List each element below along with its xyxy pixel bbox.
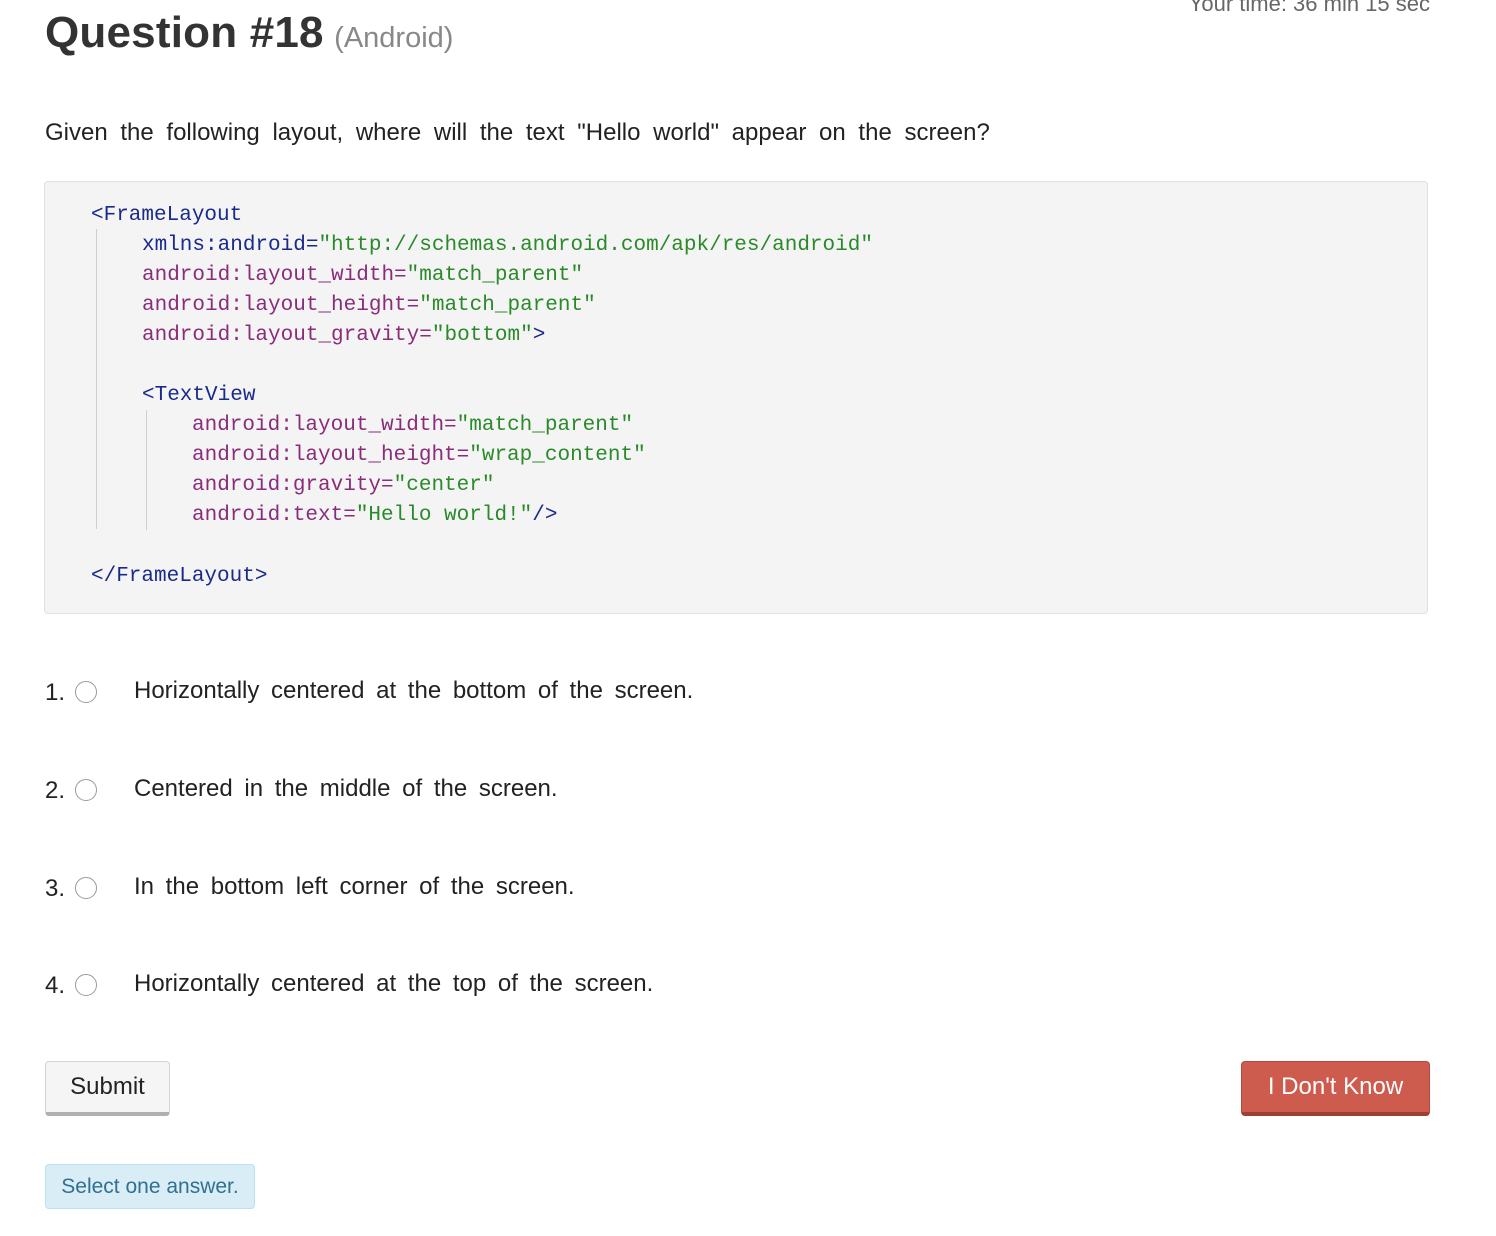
answer-option-2[interactable]: 2. Centered in the middle of the screen. bbox=[45, 775, 945, 809]
code-line: android:layout_width="match_parent" bbox=[192, 411, 633, 441]
code-value: "match_parent" bbox=[406, 264, 584, 287]
code-line: <FrameLayout bbox=[91, 201, 242, 231]
indent-guide bbox=[146, 410, 147, 530]
code-tag: </FrameLayout> bbox=[91, 565, 268, 588]
code-attr: android:layout_width= bbox=[142, 264, 407, 287]
code-value: "center" bbox=[393, 474, 495, 497]
question-header: Question #18 (Android) bbox=[45, 8, 453, 58]
code-value: "match_parent" bbox=[456, 414, 634, 437]
code-attr: xmlns:android= bbox=[142, 234, 319, 257]
option-label[interactable]: In the bottom left corner of the screen. bbox=[134, 873, 575, 901]
indent-guide bbox=[96, 229, 97, 529]
code-line: android:layout_height="wrap_content" bbox=[192, 441, 646, 471]
code-value: "wrap_content" bbox=[469, 444, 646, 467]
timer-text: Your time: 36 min 15 sec bbox=[1188, 0, 1430, 16]
option-label[interactable]: Horizontally centered at the top of the … bbox=[134, 970, 653, 998]
code-tag: <FrameLayout bbox=[91, 204, 243, 227]
code-attr: android:layout_height= bbox=[142, 294, 420, 317]
question-subject: (Android) bbox=[334, 22, 454, 54]
option-number: 4. bbox=[45, 972, 66, 999]
option-label[interactable]: Horizontally centered at the bottom of t… bbox=[134, 677, 693, 705]
option-number: 3. bbox=[45, 875, 66, 902]
code-line: android:gravity="center" bbox=[192, 471, 494, 501]
code-tag: /> bbox=[532, 504, 558, 527]
code-attr: android:text= bbox=[192, 504, 356, 527]
code-attr: android:layout_width= bbox=[192, 414, 457, 437]
code-block: <FrameLayout xmlns:android="http://schem… bbox=[44, 181, 1428, 614]
hint-alert: Select one answer. bbox=[45, 1164, 255, 1209]
code-line: android:layout_width="match_parent" bbox=[142, 261, 583, 291]
option-number: 2. bbox=[45, 777, 66, 804]
code-value: "Hello world!" bbox=[355, 504, 533, 527]
code-line: android:layout_height="match_parent" bbox=[142, 291, 596, 321]
code-line: android:layout_gravity="bottom"> bbox=[142, 321, 545, 351]
answer-option-1[interactable]: 1. Horizontally centered at the bottom o… bbox=[45, 677, 945, 711]
code-line: xmlns:android="http://schemas.android.co… bbox=[142, 231, 873, 261]
code-attr: android:gravity= bbox=[192, 474, 394, 497]
answer-option-4[interactable]: 4. Horizontally centered at the top of t… bbox=[45, 970, 945, 1004]
question-title: Question #18 bbox=[45, 8, 324, 57]
question-prompt: Given the following layout, where will t… bbox=[45, 119, 990, 146]
code-tag: > bbox=[532, 324, 546, 347]
code-value: "bottom" bbox=[431, 324, 533, 347]
option-label[interactable]: Centered in the middle of the screen. bbox=[134, 775, 558, 803]
code-attr: android:layout_height= bbox=[192, 444, 470, 467]
code-line: android:text="Hello world!"/> bbox=[192, 501, 557, 531]
code-tag: <TextView bbox=[142, 384, 256, 407]
code-line: <TextView bbox=[142, 381, 255, 411]
radio-button[interactable] bbox=[75, 877, 97, 899]
radio-button[interactable] bbox=[75, 681, 97, 703]
dont-know-button[interactable]: I Don't Know bbox=[1241, 1061, 1430, 1116]
submit-button[interactable]: Submit bbox=[45, 1061, 170, 1116]
code-value: "match_parent" bbox=[419, 294, 596, 317]
code-value: "http://schemas.android.com/apk/res/andr… bbox=[318, 234, 873, 257]
code-attr: android:layout_gravity= bbox=[142, 324, 432, 347]
radio-button[interactable] bbox=[75, 974, 97, 996]
quiz-page: Your time: 36 min 15 sec Question #18 (A… bbox=[0, 0, 1496, 1236]
answer-option-3[interactable]: 3. In the bottom left corner of the scre… bbox=[45, 873, 945, 907]
code-line: </FrameLayout> bbox=[91, 562, 267, 592]
radio-button[interactable] bbox=[75, 779, 97, 801]
option-number: 1. bbox=[45, 679, 66, 706]
